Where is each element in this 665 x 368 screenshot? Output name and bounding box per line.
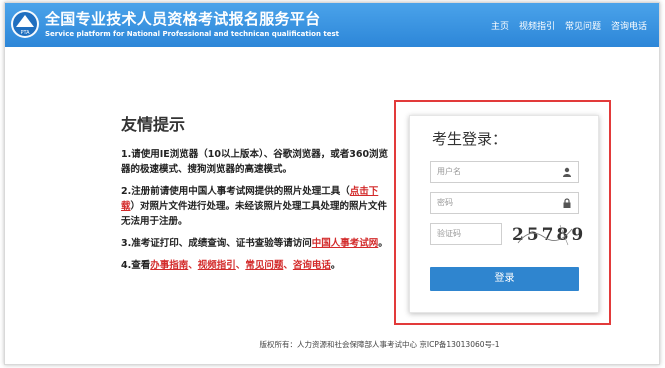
guide-link[interactable]: 办事指南	[150, 260, 188, 271]
notice-section: 友情提示 1.请使用IE浏览器（10以上版本）、谷歌浏览器，或者360浏览器的极…	[121, 111, 391, 280]
notice-item-3-after: 。	[378, 238, 388, 249]
username-placeholder: 用户名	[437, 167, 461, 176]
notice-item-2-before: 注册前请使用中国人事考试网提供的照片处理工具（	[131, 186, 350, 197]
notice-item-3: 3.准考证打印、成绩查询、证书查验等请访问中国人事考试网。	[121, 236, 391, 251]
nav-item-home[interactable]: 主页	[491, 19, 509, 32]
captcha-placeholder: 验证码	[437, 229, 461, 238]
notice-item-4: 4.查看办事指南、视频指引、常见问题、咨询电话。	[121, 258, 391, 273]
login-title: 考生登录：	[432, 130, 508, 148]
header-bar: PTA 全国专业技术人员资格考试报名服务平台 Service platform …	[5, 3, 659, 47]
separator: 、	[235, 260, 246, 271]
user-icon	[563, 167, 571, 177]
notice-item-4-before: 查看	[131, 260, 151, 271]
separator: 、	[283, 260, 293, 271]
notice-item-2: 2.注册前请使用中国人事考试网提供的照片处理工具（点击下载）对照片文件进行处理。…	[121, 184, 391, 229]
separator: 、	[188, 260, 198, 271]
username-field[interactable]: 用户名	[430, 161, 579, 183]
notice-item-4-prefix: 4.	[121, 260, 132, 271]
notice-item-1-prefix: 1.	[121, 149, 132, 160]
lock-icon	[563, 198, 571, 208]
top-nav: 主页 视频指引 常见问题 咨询电话	[491, 19, 647, 32]
site-title: 全国专业技术人员资格考试报名服务平台	[45, 10, 321, 28]
site-subtitle: Service platform for National Profession…	[45, 30, 339, 38]
notice-item-3-before: 准考证打印、成绩查询、证书查验等请访问	[131, 238, 312, 249]
platform-logo-icon: PTA	[11, 10, 39, 38]
cpta-link[interactable]: 中国人事考试网	[312, 238, 379, 249]
notice-item-2-prefix: 2.	[121, 186, 132, 197]
password-placeholder: 密码	[437, 198, 453, 207]
notice-item-1: 1.请使用IE浏览器（10以上版本）、谷歌浏览器，或者360浏览器的极速模式、搜…	[121, 147, 391, 177]
contact-link[interactable]: 咨询电话	[293, 260, 331, 271]
nav-item-contact[interactable]: 咨询电话	[611, 19, 647, 32]
footer-copyright: 版权所有：人力资源和社会保障部人事考试中心 京ICP备13013060号-1	[259, 340, 500, 349]
notice-item-1-text: 请使用IE浏览器（10以上版本）、谷歌浏览器，或者360浏览器的极速模式、搜狗浏…	[121, 149, 389, 175]
page-frame: PTA 全国专业技术人员资格考试报名服务平台 Service platform …	[4, 2, 660, 365]
notice-item-4-after: 。	[330, 260, 341, 271]
password-field[interactable]: 密码	[430, 192, 579, 214]
nav-item-faq[interactable]: 常见问题	[565, 19, 601, 32]
captcha-image[interactable]: 25789	[510, 223, 583, 247]
notice-title: 友情提示	[121, 115, 186, 134]
captcha-field[interactable]: 验证码	[430, 223, 502, 245]
notice-item-3-prefix: 3.	[121, 238, 132, 249]
video-guide-link[interactable]: 视频指引	[198, 260, 236, 271]
logo-text: PTA	[20, 30, 30, 36]
captcha-noise-icon	[517, 224, 573, 246]
login-panel: 考生登录： 用户名 密码 验证码 25789 登录	[409, 115, 599, 313]
login-button[interactable]: 登录	[430, 267, 579, 291]
faq-link[interactable]: 常见问题	[245, 260, 283, 271]
nav-item-video-guide[interactable]: 视频指引	[519, 19, 555, 32]
notice-item-2-after: ）对照片文件进行处理。未经该照片处理工具处理的照片文件无法用于注册。	[121, 201, 388, 227]
